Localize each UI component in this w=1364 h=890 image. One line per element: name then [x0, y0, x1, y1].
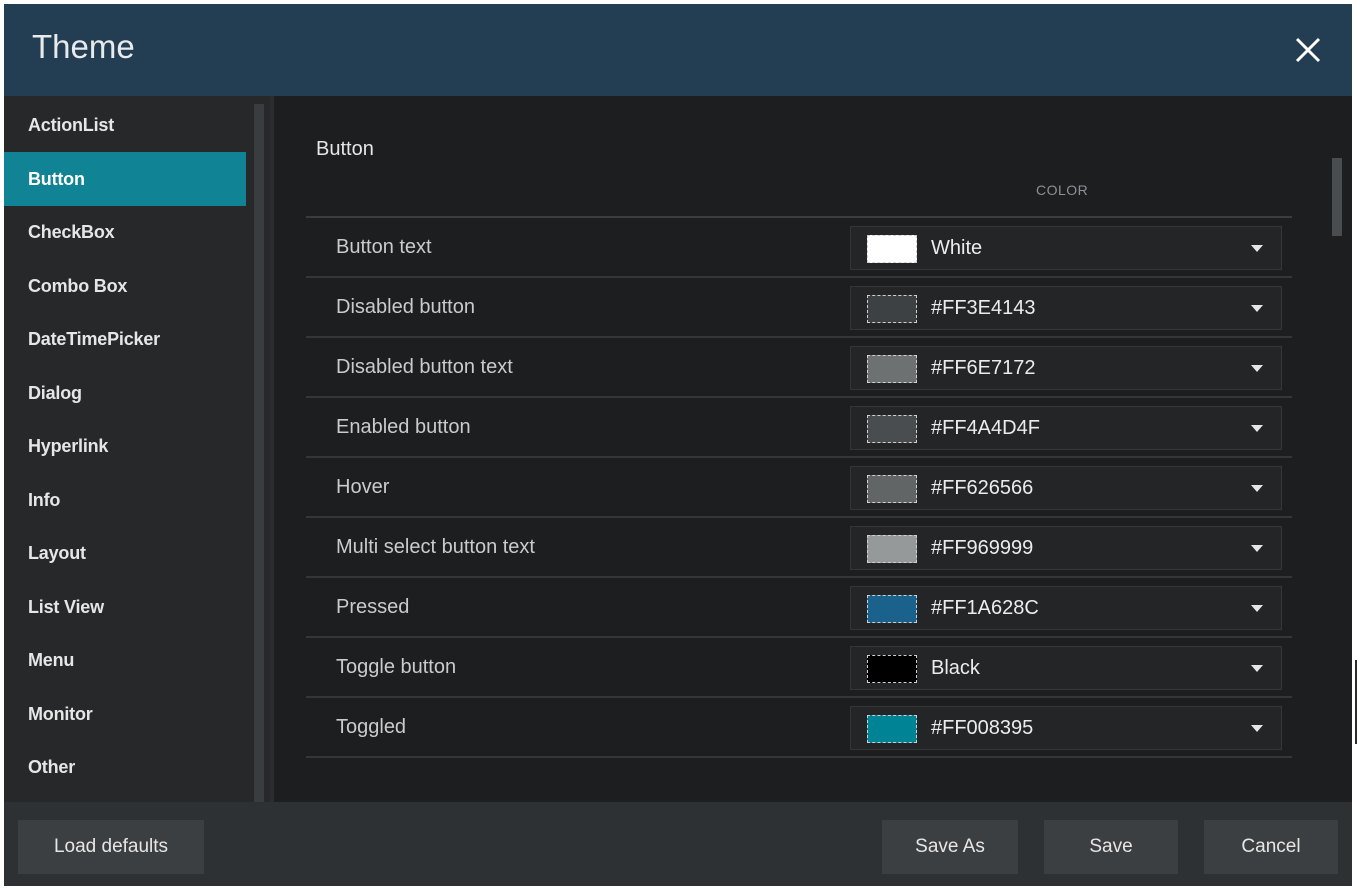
setting-row: Toggled #FF008395: [306, 698, 1292, 758]
setting-label: Toggled: [336, 716, 407, 738]
setting-label: Disabled button text: [336, 356, 513, 378]
color-dropdown[interactable]: White: [850, 226, 1282, 270]
color-swatch: [867, 475, 917, 503]
load-defaults-button[interactable]: Load defaults: [18, 820, 204, 874]
color-dropdown[interactable]: #FF3E4143: [850, 286, 1282, 330]
column-header-color: COLOR: [1036, 182, 1089, 198]
color-dropdown[interactable]: #FF4A4D4F: [850, 406, 1282, 450]
setting-row: Pressed #FF1A628C: [306, 578, 1292, 638]
color-dropdown[interactable]: #FF1A628C: [850, 586, 1282, 630]
sidebar-item-hyperlink[interactable]: Hyperlink: [4, 419, 246, 473]
setting-row: Toggle button Black: [306, 638, 1292, 698]
title-bar: Theme: [4, 4, 1352, 96]
settings-panel: Button COLOR Button text White Disabled …: [274, 96, 1352, 802]
color-dropdown[interactable]: #FF6E7172: [850, 346, 1282, 390]
setting-label: Disabled button: [336, 296, 475, 318]
sidebar-item-datetimepicker[interactable]: DateTimePicker: [4, 312, 246, 366]
sidebar-item-dialog[interactable]: Dialog: [4, 366, 246, 420]
content-scrollbar[interactable]: [1332, 158, 1342, 236]
color-dropdown[interactable]: Black: [850, 646, 1282, 690]
chevron-down-icon: [1251, 545, 1263, 552]
color-swatch: [867, 295, 917, 323]
setting-label: Enabled button: [336, 416, 471, 438]
color-swatch: [867, 655, 917, 683]
chevron-down-icon: [1251, 365, 1263, 372]
color-swatch: [867, 235, 917, 263]
sidebar-item-menu[interactable]: Menu: [4, 633, 246, 687]
color-value: #FF6E7172: [931, 357, 1036, 379]
setting-label: Button text: [336, 236, 432, 258]
color-value: White: [931, 237, 983, 259]
color-swatch: [867, 535, 917, 563]
sidebar-scrollbar[interactable]: [254, 104, 264, 802]
window-edge: [1355, 660, 1357, 744]
chevron-down-icon: [1251, 245, 1263, 252]
footer-bar: Load defaults Save As Save Cancel: [4, 802, 1352, 886]
sidebar-item-other[interactable]: Other: [4, 740, 246, 794]
color-value: #FF969999: [931, 537, 1034, 559]
chevron-down-icon: [1251, 305, 1263, 312]
chevron-down-icon: [1251, 485, 1263, 492]
sidebar-item-layout[interactable]: Layout: [4, 526, 246, 580]
section-title: Button: [316, 138, 374, 160]
setting-label: Pressed: [336, 596, 410, 618]
setting-row: Disabled button #FF3E4143: [306, 278, 1292, 338]
setting-row: Hover #FF626566: [306, 458, 1292, 518]
chevron-down-icon: [1251, 605, 1263, 612]
dialog-title: Theme: [32, 28, 135, 65]
color-value: #FF1A628C: [931, 597, 1039, 619]
setting-row: Disabled button text #FF6E7172: [306, 338, 1292, 398]
chevron-down-icon: [1251, 725, 1263, 732]
close-icon[interactable]: [1288, 30, 1328, 70]
color-value: #FF3E4143: [931, 297, 1036, 319]
sidebar-item-info[interactable]: Info: [4, 473, 246, 527]
setting-label: Hover: [336, 476, 390, 498]
save-button[interactable]: Save: [1044, 820, 1178, 874]
sidebar-item-actionlist[interactable]: ActionList: [4, 98, 246, 152]
color-value: #FF4A4D4F: [931, 417, 1040, 439]
theme-dialog: Theme ActionList Button CheckBox Combo B…: [4, 4, 1352, 886]
color-swatch: [867, 355, 917, 383]
save-as-button[interactable]: Save As: [882, 820, 1018, 874]
color-value: Black: [931, 657, 980, 679]
sidebar-item-checkbox[interactable]: CheckBox: [4, 205, 246, 259]
color-dropdown[interactable]: #FF969999: [850, 526, 1282, 570]
setting-label: Toggle button: [336, 656, 457, 678]
sidebar-item-list-view[interactable]: List View: [4, 580, 246, 634]
color-dropdown[interactable]: #FF626566: [850, 466, 1282, 510]
chevron-down-icon: [1251, 425, 1263, 432]
color-dropdown[interactable]: #FF008395: [850, 706, 1282, 750]
cancel-button[interactable]: Cancel: [1204, 820, 1338, 874]
sidebar-item-monitor[interactable]: Monitor: [4, 687, 246, 741]
close-icon-glyph: [1295, 37, 1321, 63]
color-swatch: [867, 595, 917, 623]
color-value: #FF008395: [931, 717, 1034, 739]
sidebar-item-combo-box[interactable]: Combo Box: [4, 259, 246, 313]
setting-row: Enabled button #FF4A4D4F: [306, 398, 1292, 458]
color-swatch: [867, 715, 917, 743]
setting-row: Multi select button text #FF969999: [306, 518, 1292, 578]
setting-label: Multi select button text: [336, 536, 535, 558]
setting-row: Button text White: [306, 218, 1292, 278]
sidebar-item-button[interactable]: Button: [4, 152, 246, 206]
color-value: #FF626566: [931, 477, 1034, 499]
color-swatch: [867, 415, 917, 443]
chevron-down-icon: [1251, 665, 1263, 672]
sidebar: ActionList Button CheckBox Combo Box Dat…: [4, 96, 270, 802]
